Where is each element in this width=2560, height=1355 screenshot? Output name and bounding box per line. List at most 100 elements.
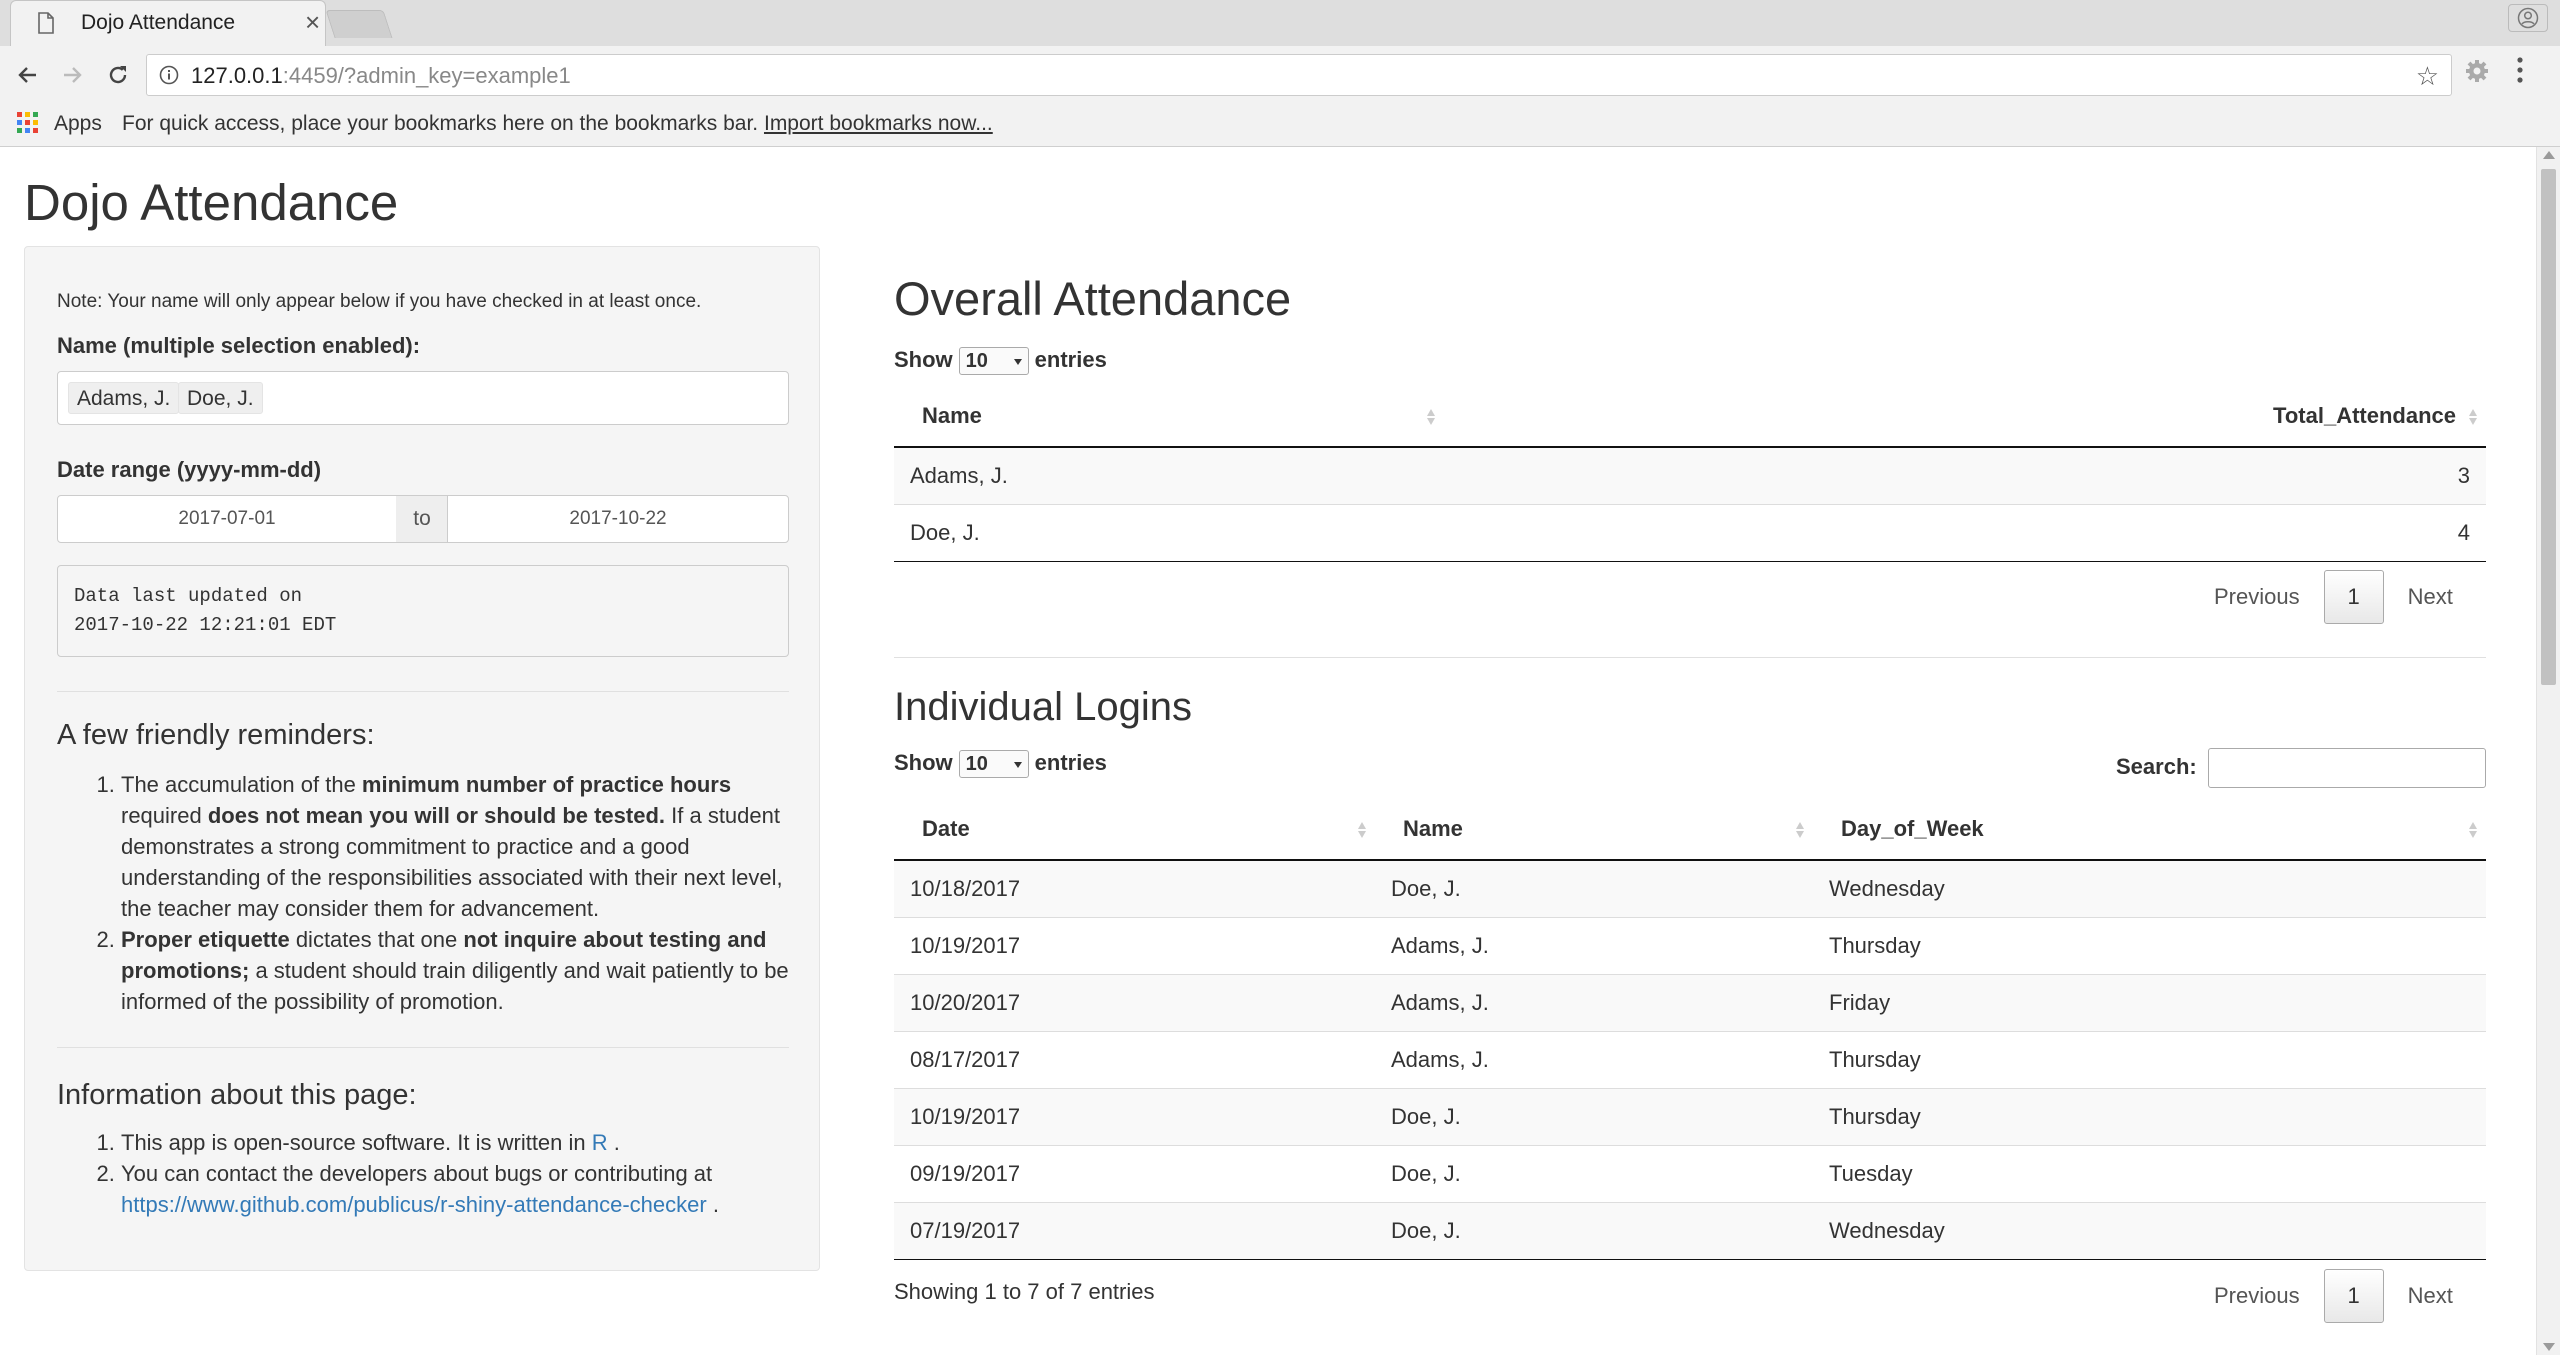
table-row: 07/19/2017 Doe, J. Wednesday [894,1201,2486,1260]
next-page-button[interactable]: Next [2384,570,2477,624]
info-list: This app is open-source software. It is … [57,1127,797,1220]
close-tab-icon[interactable]: × [305,9,320,35]
next-page-button[interactable]: Next [2384,1269,2477,1323]
previous-page-button[interactable]: Previous [2190,570,2324,624]
overall-attendance-heading: Overall Attendance [894,272,1292,325]
name-multiselect[interactable]: Adams, J. Doe, J. [57,371,789,425]
table-cell: 10/19/2017 [894,916,1375,974]
browser-toolbar: 127.0.0.1:4459/?admin_key=example1 ☆ [0,46,2560,104]
table-cell: 3 [1444,446,2486,504]
page-1-button[interactable]: 1 [2323,570,2384,624]
table-cell: 4 [1444,503,2486,562]
table-row: 09/19/2017 Doe, J. Tuesday [894,1144,2486,1202]
table-row: 10/19/2017 Adams, J. Thursday [894,916,2486,974]
divider [57,1047,789,1048]
bookmarks-bar: Apps For quick access, place your bookma… [0,104,2560,147]
browser-chrome: Dojo Attendance × 127.0.0.1:4459/?admin_… [0,0,2560,147]
sidebar-panel: Note: Your name will only appear below i… [24,246,820,1271]
scroll-up-arrow-icon[interactable] [2543,151,2555,159]
list-item: The accumulation of the minimum number o… [121,769,797,924]
column-header-total-attendance[interactable]: Total_Attendance [1444,385,2486,448]
table-cell: Doe, J. [1375,1144,1813,1202]
page-1-button[interactable]: 1 [2323,1269,2384,1323]
table-cell: Friday [1813,973,2486,1031]
back-arrow-icon[interactable] [12,59,44,91]
column-header-name[interactable]: Name [894,385,1444,448]
sort-icon [1357,820,1367,840]
reminders-heading: A few friendly reminders: [57,719,375,751]
table-cell: 10/19/2017 [894,1087,1375,1145]
extension-gear-icon[interactable] [2464,58,2490,84]
date-range-label: Date range (yyyy-mm-dd) [57,457,322,482]
search-input[interactable] [2208,748,2486,788]
overall-pagination: Previous 1 Next [2190,570,2477,624]
url-text: 127.0.0.1:4459/?admin_key=example1 [191,63,571,88]
page-title: Dojo Attendance [24,174,399,231]
overall-length-control: Show 10 entries [894,347,1107,376]
sort-icon [1795,820,1805,840]
table-cell: Doe, J. [1375,859,1813,917]
apps-grid-icon[interactable] [17,112,39,134]
import-bookmarks-link[interactable]: Import bookmarks now... [764,112,993,135]
date-separator: to [396,495,448,543]
reload-icon[interactable] [102,59,134,91]
sort-icon [2468,820,2478,840]
column-header-name[interactable]: Name [1375,798,1813,861]
table-cell: 10/18/2017 [894,859,1375,917]
reminders-list: The accumulation of the minimum number o… [57,769,797,1017]
r-link[interactable]: R [592,1130,608,1155]
table-cell: Doe, J. [1375,1087,1813,1145]
bookmarks-hint: For quick access, place your bookmarks h… [122,112,993,135]
table-cell: 10/20/2017 [894,973,1375,1031]
table-cell: 09/19/2017 [894,1144,1375,1202]
table-cell: Adams, J. [1375,916,1813,974]
profile-icon[interactable] [2508,4,2548,32]
tab-strip: Dojo Attendance × [0,0,2560,46]
dropdown-arrow-icon [1013,762,1022,769]
name-chip[interactable]: Adams, J. [68,382,180,414]
column-header-date[interactable]: Date [894,798,1375,861]
document-icon [37,12,55,34]
github-link[interactable]: https://www.github.com/publicus/r-shiny-… [121,1192,707,1217]
table-row: 10/20/2017 Adams, J. Friday [894,973,2486,1031]
table-row: 10/18/2017 Doe, J. Wednesday [894,859,2486,917]
scroll-down-arrow-icon[interactable] [2543,1343,2555,1351]
page-content: Dojo Attendance Note: Your name will onl… [0,147,2536,1355]
table-row: 10/19/2017 Doe, J. Thursday [894,1087,2486,1145]
table-cell: Doe, J. [894,503,1444,562]
previous-page-button[interactable]: Previous [2190,1269,2324,1323]
column-header-day-of-week[interactable]: Day_of_Week [1813,798,2486,861]
individual-logins-table: Date Name Day_of_Week 10/18/2017 Doe, J. W… [894,798,2486,1260]
list-item: This app is open-source software. It is … [121,1127,797,1158]
forward-arrow-icon[interactable] [56,59,88,91]
scrollbar-thumb[interactable] [2541,169,2556,685]
bookmark-star-icon[interactable]: ☆ [2416,63,2439,89]
date-range-input: 2017-07-01 to 2017-10-22 [57,495,789,543]
vertical-scrollbar[interactable] [2536,147,2560,1355]
table-cell: Adams, J. [894,446,1444,504]
apps-shortcut[interactable]: Apps [54,112,102,136]
dropdown-arrow-icon [1013,359,1022,366]
list-item: Proper etiquette dictates that one not i… [121,924,797,1017]
table-row: Adams, J. 3 [894,446,2486,504]
table-row: 08/17/2017 Adams, J. Thursday [894,1030,2486,1088]
end-date-field[interactable]: 2017-10-22 [447,495,789,543]
browser-menu-icon[interactable] [2516,56,2524,84]
logins-entries-select[interactable]: 10 [958,750,1029,779]
table-cell: Adams, J. [1375,973,1813,1031]
individual-logins-heading: Individual Logins [894,685,1192,729]
address-bar[interactable]: 127.0.0.1:4459/?admin_key=example1 ☆ [146,54,2452,96]
table-info: Showing 1 to 7 of 7 entries [894,1279,1155,1304]
sort-icon [2468,407,2478,427]
divider [57,691,789,692]
overall-entries-select[interactable]: 10 [958,347,1029,376]
logins-length-control: Show 10 entries [894,750,1107,779]
info-icon[interactable] [159,65,179,85]
table-cell: Adams, J. [1375,1030,1813,1088]
browser-tab[interactable]: Dojo Attendance × [10,0,326,46]
overall-attendance-table: Name Total_Attendance Adams, J. 3 Doe, J… [894,385,2486,562]
name-chip[interactable]: Doe, J. [178,382,263,414]
start-date-field[interactable]: 2017-07-01 [57,495,397,543]
table-row: Doe, J. 4 [894,503,2486,562]
new-tab-button[interactable] [325,10,393,38]
